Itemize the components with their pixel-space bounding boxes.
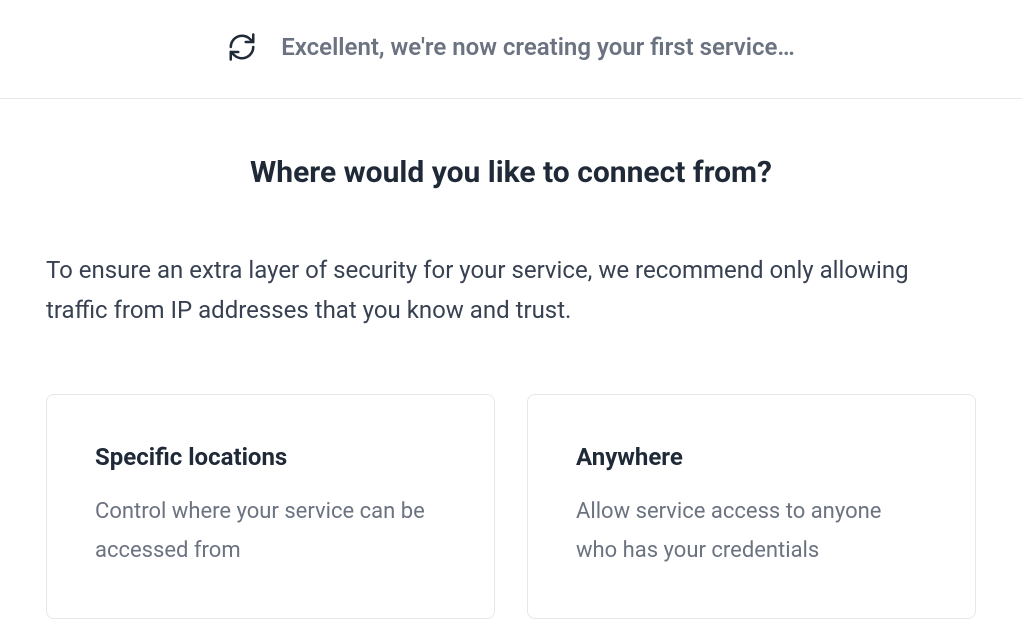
option-description: Allow service access to anyone who has y… — [576, 493, 927, 570]
main-content: Where would you like to connect from? To… — [0, 99, 1022, 619]
status-text: Excellent, we're now creating your first… — [281, 33, 795, 61]
option-specific-locations[interactable]: Specific locations Control where your se… — [46, 394, 495, 619]
option-title: Anywhere — [576, 443, 927, 471]
page-heading: Where would you like to connect from? — [46, 155, 976, 190]
page-description: To ensure an extra layer of security for… — [46, 250, 976, 330]
status-header: Excellent, we're now creating your first… — [0, 0, 1022, 99]
option-anywhere[interactable]: Anywhere Allow service access to anyone … — [527, 394, 976, 619]
option-description: Control where your service can be access… — [95, 493, 446, 570]
options-container: Specific locations Control where your se… — [46, 394, 976, 619]
option-title: Specific locations — [95, 443, 446, 471]
sync-icon — [227, 32, 257, 62]
